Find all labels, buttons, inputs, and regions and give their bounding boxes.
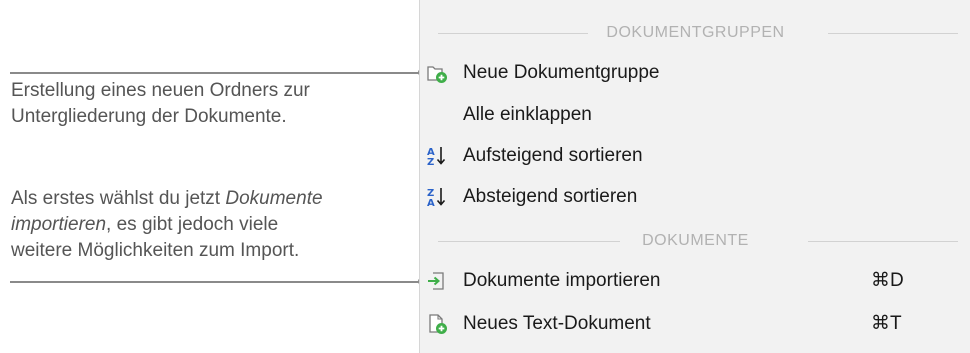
leader-line-2 xyxy=(10,281,423,283)
menu-item-label: Alle einklappen xyxy=(463,104,592,125)
menu-item-aufsteigend-sortieren[interactable]: A Z Aufsteigend sortieren xyxy=(420,138,970,174)
svg-text:A: A xyxy=(427,198,435,208)
stage: Erstellung eines neuen Ordners zur Unter… xyxy=(0,0,970,353)
menu-item-label: Dokumente importieren xyxy=(463,270,661,291)
section-header-dokumente: DOKUMENTE xyxy=(420,228,970,254)
section-header-dokumentgruppen: DOKUMENTGRUPPEN xyxy=(420,20,970,46)
sort-ascending-icon: A Z xyxy=(426,145,448,168)
shortcut-label: ⌘T xyxy=(871,313,902,334)
menu-item-label: Absteigend sortieren xyxy=(463,186,638,207)
annotation-text: Als erstes wählst du jetzt xyxy=(11,188,226,209)
menu-item-label: Neues Text-Dokument xyxy=(463,313,651,334)
annotation-line: Als erstes wählst du jetzt Dokumente xyxy=(11,186,401,212)
menu-item-label: Aufsteigend sortieren xyxy=(463,145,643,166)
annotation-line: Erstellung eines neuen Ordners zur xyxy=(11,80,310,101)
annotation-new-folder: Erstellung eines neuen Ordners zur Unter… xyxy=(11,78,401,130)
menu-item-neues-text-dokument[interactable]: Neues Text-Dokument ⌘T xyxy=(420,306,970,342)
menu-item-absteigend-sortieren[interactable]: Z A Absteigend sortieren xyxy=(420,179,970,215)
divider xyxy=(808,241,958,242)
import-icon xyxy=(426,270,448,292)
annotation-line: importieren, es gibt jedoch viele xyxy=(11,212,401,238)
annotation-emphasis: importieren xyxy=(11,214,107,235)
annotation-emphasis: Dokumente xyxy=(225,188,323,209)
menu-item-neue-dokumentgruppe[interactable]: Neue Dokumentgruppe xyxy=(420,55,970,91)
leader-line-1 xyxy=(10,72,423,74)
shortcut-label: ⌘D xyxy=(871,270,904,291)
new-document-icon xyxy=(426,313,448,335)
menu-item-dokumente-importieren[interactable]: Dokumente importieren ⌘D xyxy=(420,263,970,299)
annotation-line: weitere Möglichkeiten zum Import. xyxy=(11,240,300,261)
annotation-text: , es gibt jedoch viele xyxy=(106,214,279,235)
sort-descending-icon: Z A xyxy=(426,186,448,209)
annotation-import: Als erstes wählst du jetzt Dokumente imp… xyxy=(11,186,401,264)
divider xyxy=(828,33,958,34)
annotation-line: Untergliederung der Dokumente. xyxy=(11,106,287,127)
menu-item-label: Neue Dokumentgruppe xyxy=(463,62,660,83)
context-menu: DOKUMENTGRUPPEN Neue Dokumentgruppe Alle… xyxy=(419,0,970,353)
new-folder-icon xyxy=(426,62,448,84)
svg-text:Z: Z xyxy=(427,157,434,167)
menu-item-alle-einklappen[interactable]: Alle einklappen xyxy=(420,97,970,133)
